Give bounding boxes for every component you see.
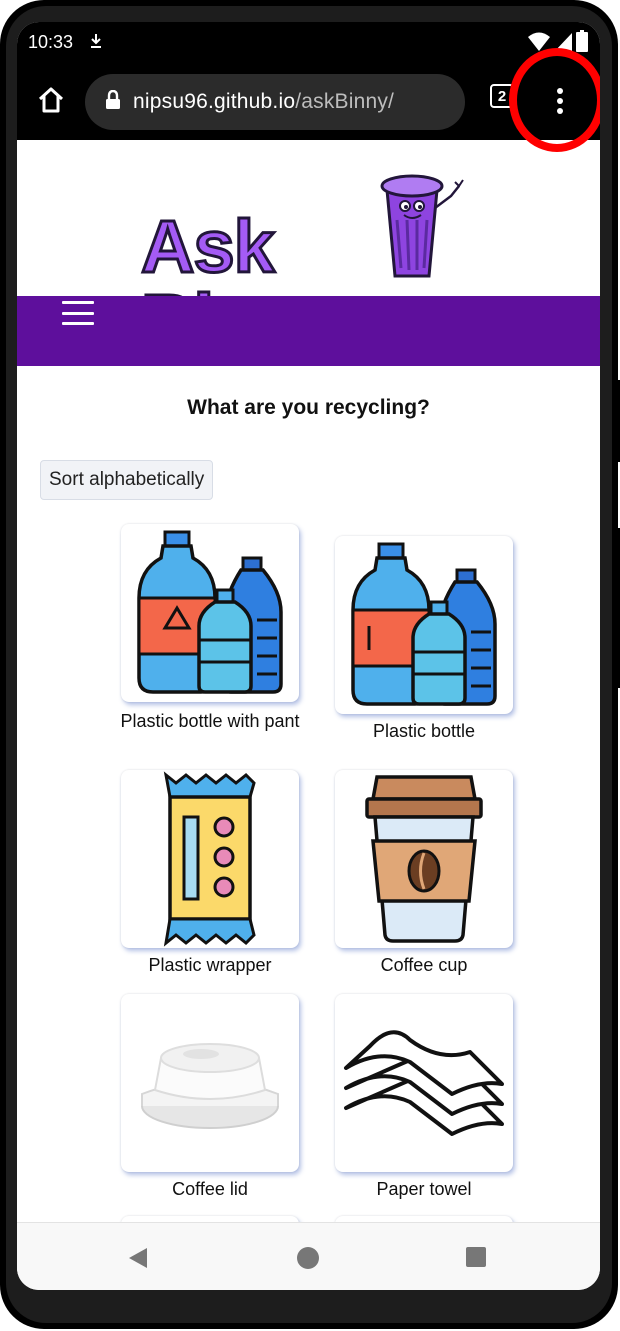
battery-icon [576, 30, 588, 57]
status-time: 10:33 [28, 32, 74, 52]
item-card-plastic-bottle[interactable] [335, 536, 513, 714]
screen: 10:33 nipsu96.github.io /askBinny/ 2 Ask… [17, 22, 600, 1290]
url-host: nipsu96.github.io [133, 90, 296, 113]
download-icon [89, 33, 103, 54]
page-heading: What are you recycling? [187, 396, 430, 419]
web-page: Ask Binny What [17, 140, 600, 1222]
hamburger-menu-icon[interactable] [62, 301, 94, 325]
item-label: Plastic bottle with pant [120, 711, 300, 731]
plastic-wrapper-icon [163, 771, 256, 947]
volume-button [614, 380, 620, 462]
site-nav-bar [17, 296, 600, 366]
item-label: Plastic wrapper [148, 955, 272, 975]
home-icon [38, 87, 64, 113]
status-bar: 10:33 [17, 22, 600, 64]
lock-icon [105, 89, 121, 115]
item-card-paper-towel[interactable] [335, 994, 513, 1172]
item-label: Coffee cup [380, 955, 468, 975]
coffee-lid-icon [141, 1043, 279, 1129]
menu-dot [557, 88, 563, 94]
wifi-icon [528, 32, 550, 57]
item-label: Paper towel [376, 1179, 472, 1199]
plastic-bottle-recycle-icon [137, 530, 283, 694]
phone-device: 10:33 nipsu96.github.io /askBinny/ 2 Ask… [0, 0, 620, 1331]
recents-icon[interactable] [466, 1247, 486, 1267]
item-card-plastic-wrapper[interactable] [121, 770, 299, 948]
ask-binny-logo[interactable]: Ask Binny [140, 168, 471, 359]
browser-toolbar: nipsu96.github.io/askBinny/ 2 [17, 64, 600, 140]
sort-alphabetically-button[interactable]: Sort alphabetically [40, 460, 214, 500]
item-label: Plastic bottle [372, 721, 476, 741]
paper-towel-icon [344, 1030, 504, 1136]
back-icon[interactable] [127, 1246, 149, 1275]
android-nav-bar [17, 1222, 600, 1290]
address-bar[interactable]: nipsu96.github.io/askBinny/ [85, 74, 465, 130]
status-icons [528, 30, 588, 57]
tab-count: 2 [497, 87, 507, 105]
coffee-cup-icon [365, 775, 483, 943]
item-card-coffee-lid[interactable] [121, 994, 299, 1172]
item-card-plastic-bottle-with-pant[interactable] [121, 524, 299, 702]
item-label: Coffee lid [172, 1179, 248, 1199]
binny-mascot-icon [380, 174, 464, 278]
menu-dot [557, 108, 563, 114]
more-vert-icon[interactable] [545, 84, 575, 118]
plastic-bottle-icon [351, 542, 497, 706]
power-button [614, 528, 620, 688]
home-circle-icon[interactable] [297, 1247, 319, 1269]
menu-dot [557, 98, 563, 104]
cellular-icon [554, 32, 572, 57]
item-card-coffee-cup[interactable] [335, 770, 513, 948]
home-button[interactable] [34, 83, 68, 117]
url-path: /askBinny/ [295, 90, 395, 113]
tabs-button[interactable]: 2 [490, 84, 514, 108]
